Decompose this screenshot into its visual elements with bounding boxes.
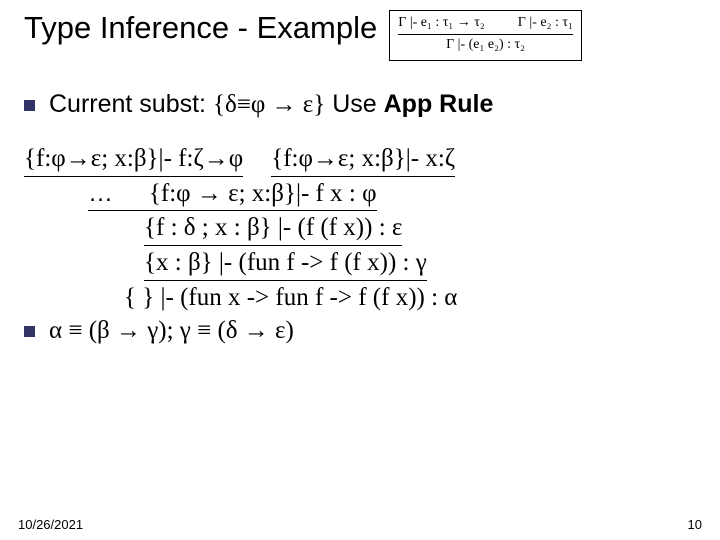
slide-footer: 10/26/2021 10	[18, 517, 702, 532]
rule-premises: Γ |- e₁ : τ₁ → τ₂ Γ |- e₂ : τ₁	[398, 15, 573, 32]
footer-page-number: 10	[688, 517, 702, 532]
rule-conclusion: Γ |- (e₁ e₂) : τ₂	[398, 37, 573, 54]
line5-judgment: { } |- (fun x -> fun f -> f (f x)) : α	[124, 284, 457, 311]
rule-fraction-line	[398, 34, 573, 35]
slide-title: Type Inference - Example	[24, 10, 377, 46]
footer-date: 10/26/2021	[18, 517, 83, 532]
rule-premise-left: Γ |- e₁ : τ₁ → τ₂	[398, 15, 485, 30]
line4-judgment: {x : β} |- (fun f -> f (f x)) : γ	[144, 246, 427, 281]
bullet-icon	[24, 326, 35, 337]
inference-rule-box: Γ |- e₁ : τ₁ → τ₂ Γ |- e₂ : τ₁ Γ |- (e₁ …	[389, 10, 582, 61]
bullet-result: α ≡ (β → γ); γ ≡ (δ → ε)	[24, 315, 696, 346]
premise-left: {f:φ→ε; x:β}|- f:ζ→φ	[24, 142, 243, 177]
line2-judgment: {f:φ → ε; x:β}|- f x : φ	[149, 180, 377, 207]
bullet-text-bold: App Rule	[384, 90, 494, 118]
premise-right: {f:φ→ε; x:β}|- x:ζ	[271, 142, 455, 177]
bullet-text-mid: Use	[325, 90, 383, 118]
bullet-text-prefix: Current subst:	[49, 90, 213, 118]
result-text: α ≡ (β → γ); γ ≡ (δ → ε)	[49, 315, 696, 346]
bullet-current-subst: Current subst: {δ≡φ → ε} Use App Rule	[24, 89, 696, 120]
line3-judgment: {f : δ ; x : β} |- (f (f x)) : ε	[144, 211, 402, 246]
line2-ellipsis: …	[88, 179, 113, 207]
bullet-text-subst: {δ≡φ → ε}	[213, 91, 325, 118]
derivation-tree: {f:φ→ε; x:β}|- f:ζ→φ {f:φ→ε; x:β}|- x:ζ …	[24, 142, 696, 315]
bullet-icon	[24, 100, 35, 111]
rule-premise-right: Γ |- e₂ : τ₁	[518, 15, 573, 30]
